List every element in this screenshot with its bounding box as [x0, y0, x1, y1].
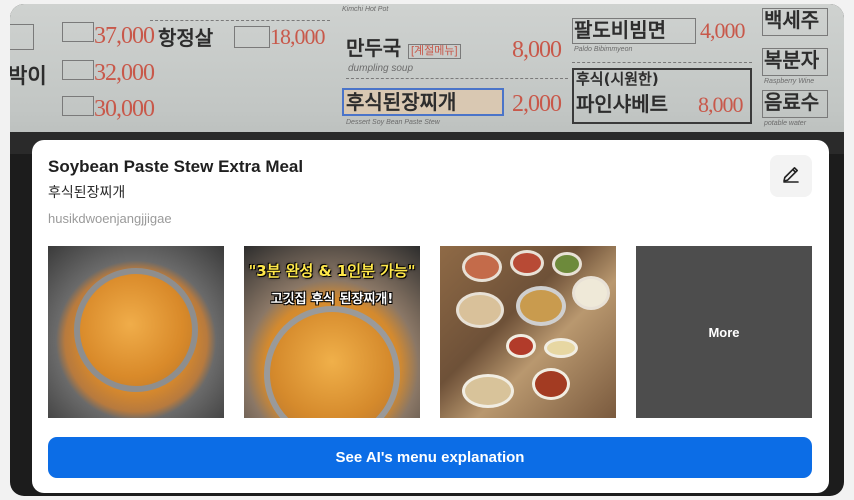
menu-item-paldo: 팔도비빔면	[574, 18, 666, 42]
more-label: More	[708, 324, 740, 340]
left-price-1: 37,000	[94, 23, 155, 49]
eng-paldo: Paldo Bibimmyeon	[574, 46, 633, 53]
pencil-icon	[781, 164, 801, 189]
eng-bokbunja: Raspberry Wine	[764, 78, 815, 85]
dish-photo-1[interactable]	[48, 246, 224, 418]
edit-button[interactable]	[770, 155, 812, 197]
seasonal-tag: [계절메뉴]	[408, 44, 461, 59]
menu-item-hangjeongsal: 항정살	[158, 26, 214, 50]
dish-photo-3[interactable]	[440, 246, 616, 418]
dish-romanization: husikdwoenjangjjigae	[48, 211, 172, 226]
price-paldo: 4,000	[700, 18, 745, 43]
dish-korean-name: 후식된장찌개	[48, 185, 126, 201]
more-photos-button[interactable]: More	[636, 246, 812, 418]
menu-item-bokbunja: 복분자	[764, 48, 820, 72]
ai-explanation-button[interactable]: See AI's menu explanation	[48, 437, 812, 478]
menu-item-card: Soybean Paste Stew Extra Meal 후식된장찌개 hus…	[32, 140, 829, 493]
dish-photo-2[interactable]: "3분 완성 & 1인분 가능" 고깃집 후식 된장찌개!	[244, 246, 420, 418]
app-frame: 37,000 32,000 30,000 박이 항정살 18,000 Kimch…	[10, 4, 844, 496]
partial-menu-text: Kimchi Hot Pot	[342, 6, 389, 13]
eng-dessert-stew: Dessert Soy Bean Paste Stew	[346, 119, 440, 126]
menu-board-photo: 37,000 32,000 30,000 박이 항정살 18,000 Kimch…	[10, 4, 844, 154]
menu-item-bak-i: 박이	[10, 64, 47, 88]
menu-item-pine-sherbet: 파인샤베트	[576, 92, 668, 116]
menu-item-mandu: 만두국	[346, 36, 402, 60]
menu-item-baekseju: 백세주	[764, 8, 820, 32]
dish-title: Soybean Paste Stew Extra Meal	[48, 157, 304, 176]
video-caption-line2: 고깃집 후식 된장찌개!	[270, 292, 394, 307]
menu-item-dessert-cool: 후식(시원한)	[576, 70, 659, 88]
eng-mandu: dumpling soup	[348, 63, 414, 74]
left-price-2: 32,000	[94, 60, 155, 86]
ai-explanation-label: See AI's menu explanation	[335, 449, 525, 466]
price-mandu: 8,000	[512, 37, 562, 63]
menu-item-dessert-stew: 후식된장찌개	[346, 90, 457, 114]
price-hangjeongsal: 18,000	[270, 24, 325, 49]
left-price-3: 30,000	[94, 96, 155, 122]
video-caption-line1: "3분 완성 & 1인분 가능"	[248, 262, 416, 280]
price-pine-sherbet: 8,000	[698, 92, 743, 117]
price-dessert-stew: 2,000	[512, 91, 562, 117]
eng-drink: potable water	[764, 120, 807, 127]
menu-item-drink: 음료수	[764, 90, 820, 114]
